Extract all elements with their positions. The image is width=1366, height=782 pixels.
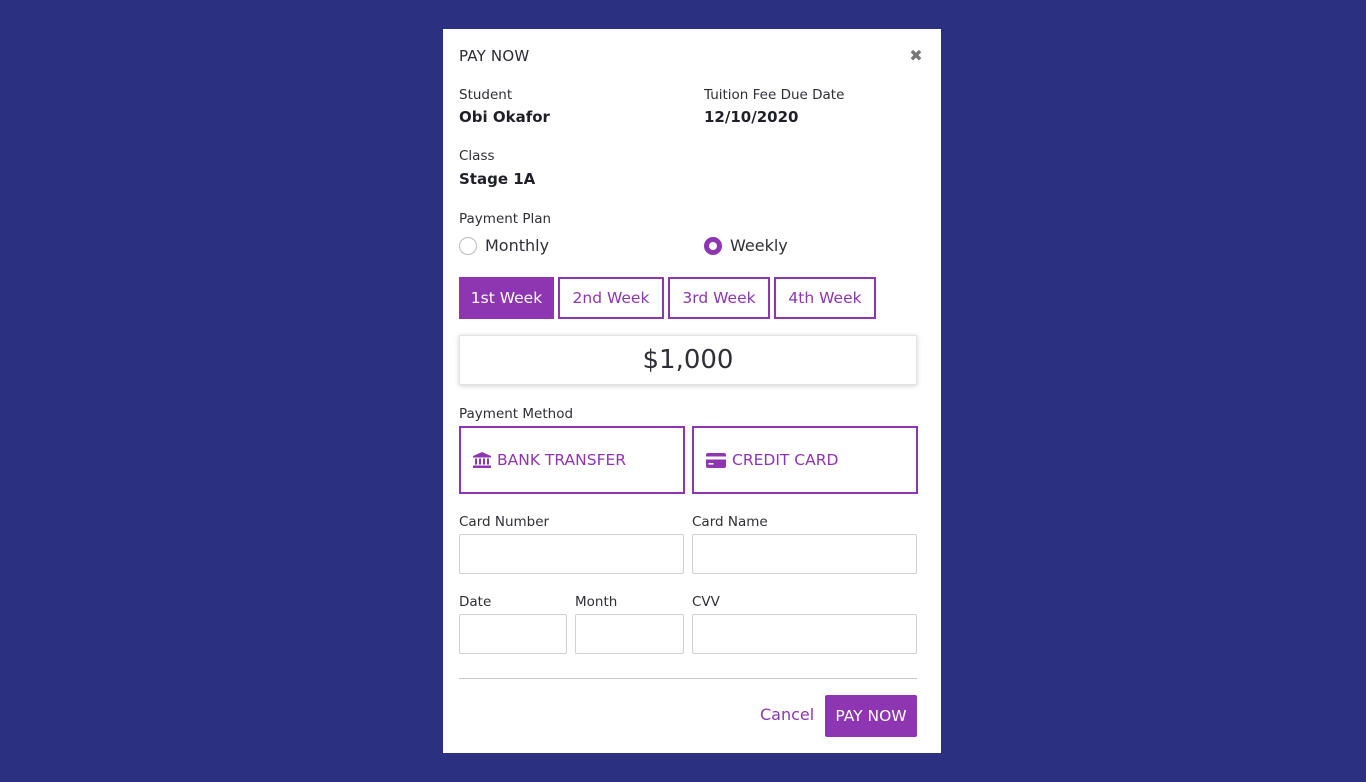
card-name-label: Card Name	[692, 514, 768, 530]
tab-week-1[interactable]: 1st Week	[459, 277, 554, 319]
student-name: Obi Okafor	[459, 108, 550, 126]
card-name-input[interactable]	[692, 534, 917, 574]
radio-monthly[interactable]: Monthly	[459, 236, 549, 255]
modal-title: PAY NOW	[459, 47, 530, 65]
tab-week-2[interactable]: 2nd Week	[558, 277, 664, 319]
pay-now-button[interactable]: PAY NOW	[825, 695, 917, 737]
credit-card-button[interactable]: CREDIT CARD	[692, 426, 918, 494]
radio-weekly-label: Weekly	[730, 236, 788, 255]
footer-divider	[459, 678, 917, 679]
cancel-button[interactable]: Cancel	[760, 705, 814, 724]
radio-monthly-label: Monthly	[485, 236, 550, 255]
tab-week-4[interactable]: 4th Week	[774, 277, 876, 319]
bank-icon	[473, 452, 491, 468]
date-input[interactable]	[459, 614, 567, 654]
bank-transfer-label: BANK TRANSFER	[497, 451, 627, 469]
due-date-value: 12/10/2020	[704, 108, 799, 126]
close-icon[interactable]: ✖	[907, 47, 925, 65]
week-tabs: 1st Week 2nd Week 3rd Week 4th Week	[459, 277, 876, 319]
bank-transfer-button[interactable]: BANK TRANSFER	[459, 426, 685, 494]
due-date-label: Tuition Fee Due Date	[704, 87, 845, 103]
credit-card-icon	[706, 452, 726, 468]
month-input[interactable]	[575, 614, 684, 654]
card-number-label: Card Number	[459, 514, 550, 530]
date-label: Date	[459, 594, 492, 610]
payment-plan-label: Payment Plan	[459, 211, 552, 227]
month-label: Month	[575, 594, 618, 610]
radio-weekly[interactable]: Weekly	[704, 236, 788, 255]
credit-card-label: CREDIT CARD	[732, 451, 839, 469]
card-number-input[interactable]	[459, 534, 684, 574]
student-label: Student	[459, 87, 513, 103]
payment-method-label: Payment Method	[459, 406, 574, 422]
class-value: Stage 1A	[459, 170, 536, 188]
class-label: Class	[459, 148, 495, 164]
tab-week-3[interactable]: 3rd Week	[668, 277, 770, 319]
pay-now-modal: PAY NOW ✖ Student Obi Okafor Tuition Fee…	[443, 29, 941, 753]
amount-display: $1,000	[459, 335, 917, 385]
cvv-input[interactable]	[692, 614, 917, 654]
radio-weekly-circle[interactable]	[704, 236, 722, 255]
cvv-label: CVV	[692, 594, 720, 610]
radio-monthly-circle[interactable]	[459, 236, 477, 255]
